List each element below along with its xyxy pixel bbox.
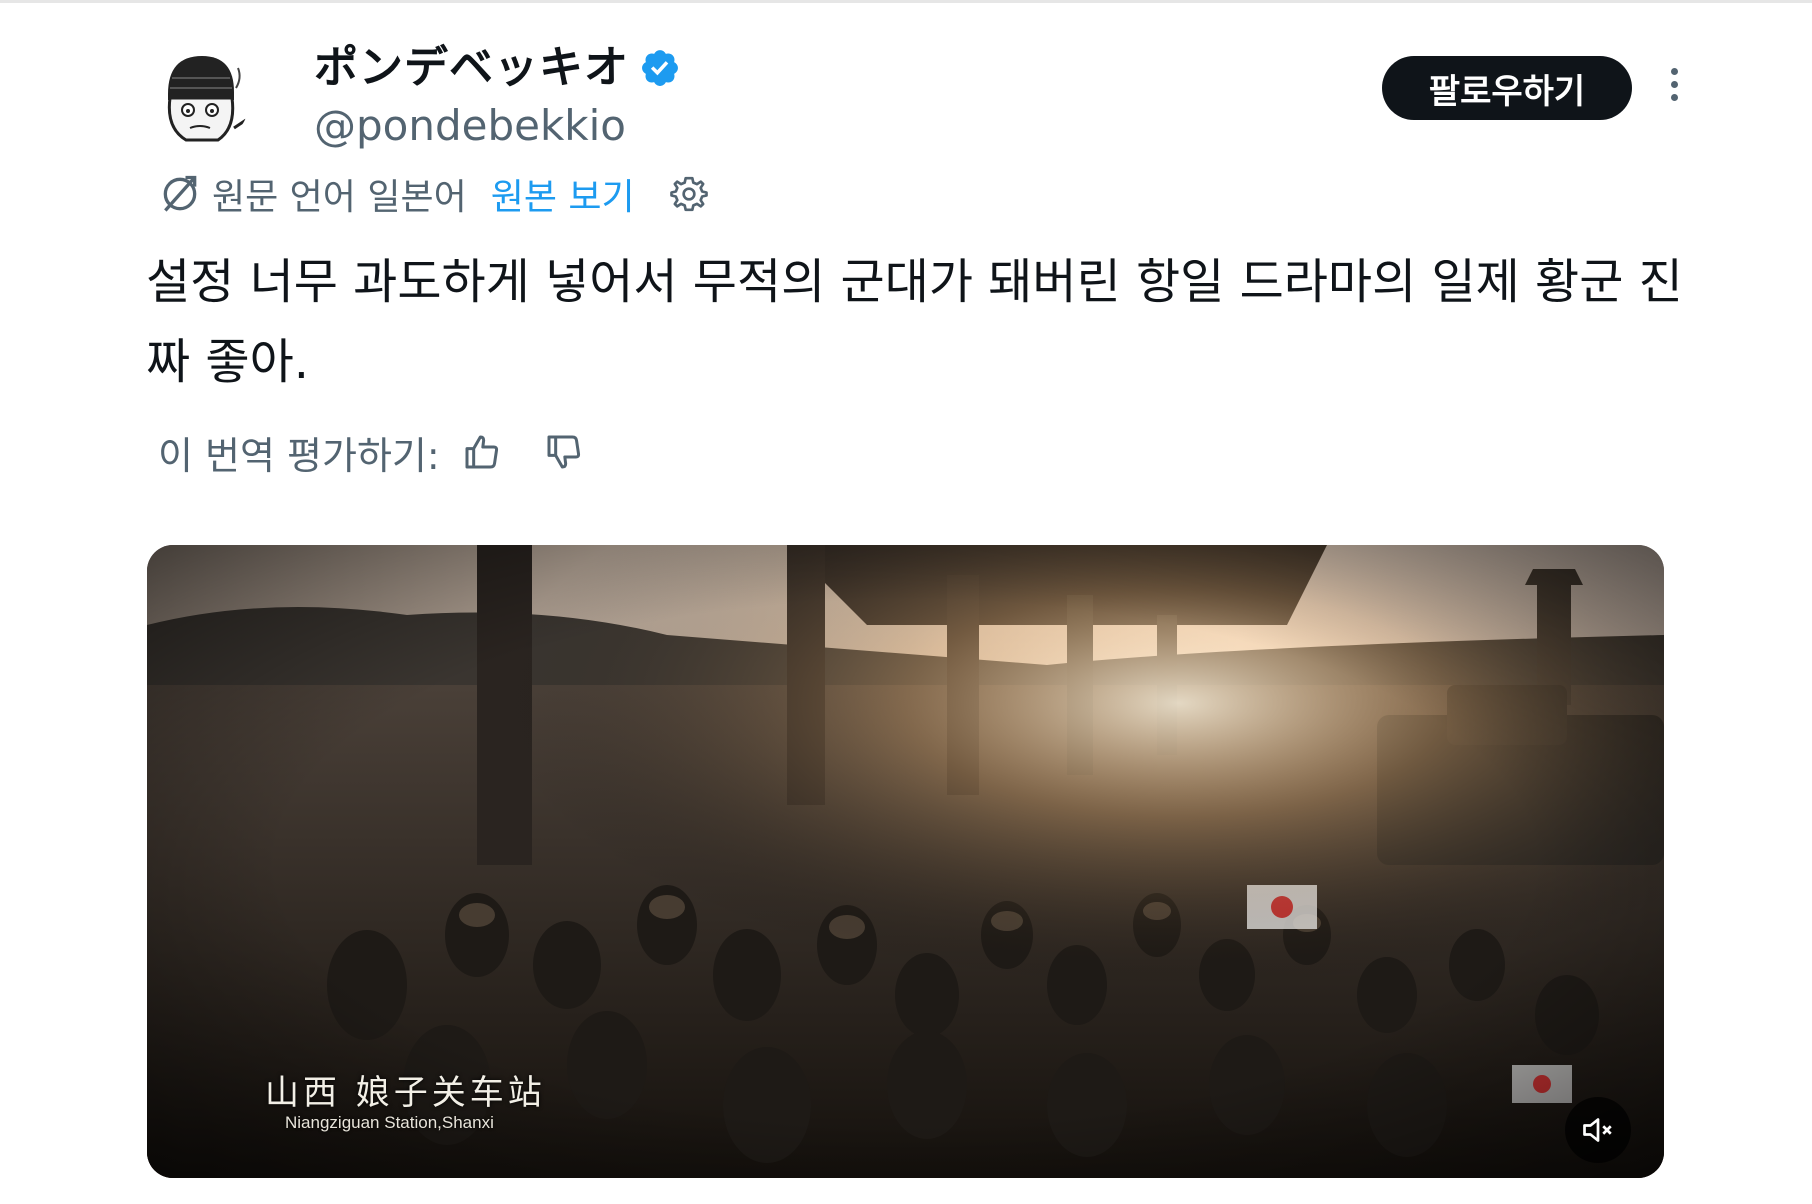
thumbs-up-icon[interactable] <box>462 432 502 472</box>
follow-button[interactable]: 팔로우하기 <box>1382 56 1632 120</box>
video-caption-english: Niangziguan Station,Shanxi <box>285 1113 494 1132</box>
mute-button[interactable] <box>1565 1097 1631 1163</box>
video-caption-chinese: 山西 娘子关车站 <box>265 1073 546 1113</box>
gear-icon[interactable] <box>669 174 709 214</box>
show-original-link[interactable]: 원본 보기 <box>491 168 635 220</box>
verified-badge-icon <box>642 50 678 86</box>
translate-icon <box>163 175 197 212</box>
author-display-name[interactable]: ポンデベッキオ <box>314 40 629 96</box>
speaker-muted-icon <box>1583 1118 1612 1142</box>
rate-translation-label: 이 번역 평가하기: <box>158 433 440 478</box>
source-language-label: 원문 언어 일본어 <box>212 177 467 218</box>
author-handle[interactable]: @pondebekkio <box>314 100 626 152</box>
avatar-illustration <box>150 48 250 148</box>
thumbs-down-icon[interactable] <box>544 432 584 472</box>
translation-bar: 원문 언어 일본어 원본 보기 <box>158 168 709 220</box>
avatar[interactable] <box>150 48 250 148</box>
tweet-text: 설정 너무 과도하게 넣어서 무적의 군대가 돼버린 항일 드라마의 일제 황군… <box>146 254 1683 390</box>
video-player[interactable]: 山西 娘子关车站 Niangziguan Station,Shanxi <box>147 545 1664 1178</box>
author-name-row: ポンデベッキオ <box>314 40 681 96</box>
more-options-icon[interactable] <box>1662 68 1686 108</box>
top-divider <box>0 0 1812 3</box>
tweet-page: ポンデベッキオ @pondebekkio 팔로우하기 원문 언어 일본어 원본 … <box>0 0 1812 1204</box>
rate-translation-row: 이 번역 평가하기: <box>158 424 584 480</box>
